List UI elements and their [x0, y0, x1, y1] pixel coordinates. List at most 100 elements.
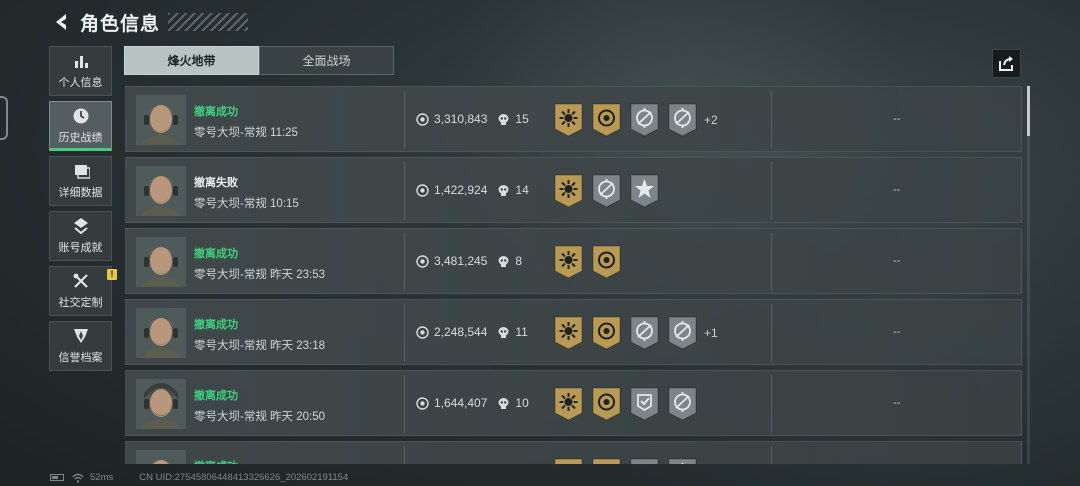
- page-title: 角色信息: [80, 13, 161, 35]
- avatar: [136, 379, 186, 429]
- gray-crosshair-medal-icon[interactable]: [592, 174, 621, 208]
- match-row[interactable]: 撤离失败 零号大坝-常规 10:15 1,422,924 14 --: [125, 157, 1022, 223]
- sidebar-item-0[interactable]: 个人信息: [49, 46, 112, 96]
- medal-list: [554, 387, 706, 421]
- map-and-time: 零号大坝-常规 昨天 23:53: [194, 269, 325, 281]
- row-divider: [771, 375, 772, 433]
- sidebar-item-5[interactable]: 信誉档案: [49, 321, 112, 371]
- gray-crosshair-medal-icon[interactable]: [630, 103, 659, 137]
- gold-target-medal-icon[interactable]: [592, 458, 621, 464]
- loot-value: 2,248,544: [434, 325, 488, 339]
- row-divider: [404, 304, 405, 362]
- match-row[interactable]: 撤离成功 零号大坝-常规 昨天 20:50 1,644,407 10 --: [125, 370, 1022, 436]
- sidebar-item-2[interactable]: 详细数据: [49, 156, 112, 206]
- match-result: --: [893, 397, 901, 409]
- gray-crosshair-medal-icon[interactable]: [668, 316, 697, 350]
- match-row[interactable]: 撤离成功 零号大坝-常规 昨天 23:53 3,481,245 8 --: [125, 228, 1022, 294]
- alert-badge: !: [107, 269, 117, 280]
- avatar-image: [136, 95, 186, 145]
- extraction-status: 撤离成功: [194, 390, 238, 402]
- sidebar-item-1[interactable]: 历史战绩: [49, 101, 112, 151]
- medal-list: +2: [554, 103, 718, 137]
- row-divider: [404, 91, 405, 149]
- kills-group: 8: [497, 254, 522, 268]
- sidebar-item-label: 个人信息: [58, 77, 103, 89]
- kills-group: 14: [497, 183, 529, 197]
- gold-target-medal-icon[interactable]: [592, 387, 621, 421]
- map-and-time: 零号大坝-常规 10:15: [194, 198, 299, 210]
- sidebar-item-label: 历史战绩: [58, 132, 103, 144]
- kill-count: 15: [515, 112, 529, 126]
- extraction-status: 撤离成功: [194, 106, 238, 118]
- match-row[interactable]: 撤离成功 零号大坝-常规 昨天 23:18 2,248,544 11 +1 --: [125, 299, 1022, 365]
- title-decoration: [168, 13, 249, 31]
- gray-check-medal-icon[interactable]: [630, 387, 659, 421]
- match-info: 撤离失败零号大坝-常规 10:15: [194, 174, 299, 211]
- match-info: 撤离成功: [194, 458, 238, 464]
- sidebar: 个人信息历史战绩详细数据账号成就社交定制! 信誉档案: [49, 46, 117, 376]
- share-button[interactable]: [992, 49, 1021, 78]
- tab-bar: 烽火地带 全面战场: [124, 46, 394, 75]
- sidebar-item-label: 账号成就: [58, 242, 103, 254]
- row-divider: [771, 446, 772, 464]
- bar-chart-icon: [74, 56, 88, 68]
- match-info: 撤离成功 零号大坝-常规 昨天 23:18: [194, 316, 325, 353]
- match-result: --: [893, 255, 901, 267]
- match-info: 撤离成功 零号大坝-常规 11:25: [194, 103, 298, 140]
- achievement-icon: [73, 218, 88, 235]
- gold-sun-medal-icon[interactable]: [554, 387, 583, 421]
- gold-target-medal-icon[interactable]: [592, 316, 621, 350]
- match-row[interactable]: 撤离成功 零号大坝-常规 11:25 3,310,843 15 +2 --: [125, 86, 1022, 152]
- value-coin-icon: [416, 254, 429, 268]
- avatar-image: [136, 308, 186, 358]
- value-coin-icon: [416, 183, 429, 197]
- left-edge-handle[interactable]: [0, 96, 8, 140]
- avatar-image: [136, 237, 186, 287]
- more-medals-count[interactable]: +2: [704, 113, 718, 127]
- tab-1[interactable]: 全面战场: [259, 46, 394, 75]
- kill-count: 11: [515, 325, 528, 339]
- scrollbar[interactable]: [1027, 86, 1030, 464]
- gold-sun-medal-icon[interactable]: [554, 316, 583, 350]
- page-header: 角色信息: [50, 8, 249, 36]
- tab-0[interactable]: 烽火地带: [124, 46, 259, 75]
- extraction-status: 撤离失败: [194, 177, 238, 189]
- gold-sun-medal-icon[interactable]: [554, 458, 583, 464]
- row-divider: [771, 304, 772, 362]
- match-stats: 2,248,544 11: [416, 325, 528, 339]
- row-divider: [771, 233, 772, 291]
- gray-check-medal-icon[interactable]: [630, 458, 659, 464]
- sidebar-item-3[interactable]: 账号成就: [49, 211, 112, 261]
- back-button[interactable]: [50, 9, 72, 35]
- scrollbar-thumb[interactable]: [1027, 86, 1030, 136]
- gold-sun-medal-icon[interactable]: [554, 174, 583, 208]
- kill-count: 10: [515, 396, 529, 410]
- gold-sun-medal-icon[interactable]: [554, 103, 583, 137]
- wifi-icon: [72, 473, 84, 483]
- match-info: 撤离成功零号大坝-常规 昨天 20:50: [194, 387, 325, 424]
- skull-icon: [498, 397, 509, 409]
- row-divider: [771, 91, 772, 149]
- gray-crosshair-medal-icon[interactable]: [630, 316, 659, 350]
- clock-icon: [73, 108, 88, 124]
- avatar-image: [136, 166, 186, 216]
- skull-icon: [498, 326, 509, 338]
- gray-crosshair-medal-icon[interactable]: [668, 103, 697, 137]
- gold-target-medal-icon[interactable]: [592, 103, 621, 137]
- gold-target-medal-icon[interactable]: [592, 245, 621, 279]
- loot-value: 3,481,245: [434, 254, 488, 268]
- sidebar-item-4[interactable]: 社交定制!: [49, 266, 117, 316]
- sidebar-item-label: 信誉档案: [58, 352, 103, 364]
- gold-sun-medal-icon[interactable]: [554, 245, 583, 279]
- gray-star-medal-icon[interactable]: [630, 174, 659, 208]
- map-and-time: 零号大坝-常规 昨天 20:50: [194, 411, 325, 423]
- data-icon: [74, 165, 90, 179]
- skull-icon: [498, 113, 509, 125]
- medal-list: [554, 458, 706, 464]
- gray-crosshair-medal-icon[interactable]: [668, 458, 697, 464]
- gray-crosshair-medal-icon[interactable]: [668, 387, 697, 421]
- more-medals-count[interactable]: +1: [704, 326, 718, 340]
- value-coin-icon: [416, 396, 429, 410]
- row-divider: [404, 375, 405, 433]
- match-row[interactable]: 撤离成功: [125, 441, 1022, 464]
